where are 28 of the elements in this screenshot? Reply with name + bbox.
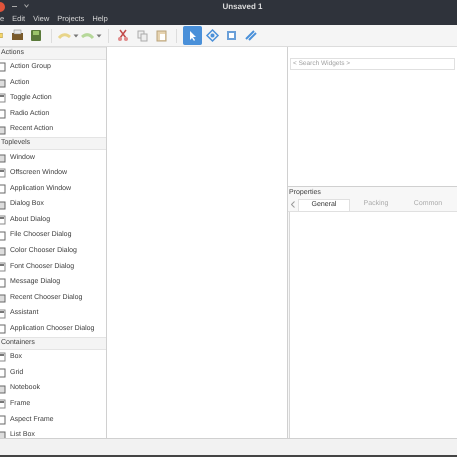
widget-icon — [0, 200, 6, 210]
widget-icon — [0, 152, 6, 163]
widget-icon — [0, 124, 6, 135]
widget-icon — [0, 62, 6, 72]
window-title: Unsaved 1 — [221, 0, 263, 12]
undo-icon — [58, 32, 71, 39]
redo-icon — [81, 32, 94, 39]
widget-icon — [0, 368, 6, 378]
close-icon[interactable] — [0, 2, 5, 12]
widget-icon — [0, 230, 6, 241]
caret-icon — [73, 34, 79, 38]
widget-icon — [0, 384, 6, 394]
maximize-icon[interactable] — [24, 4, 29, 8]
widget-icon — [0, 414, 6, 425]
pointer-button[interactable] — [183, 26, 202, 45]
scroll-left-icon[interactable] — [288, 198, 298, 210]
widget-icon — [0, 109, 6, 120]
widget-icon — [0, 278, 6, 288]
caret-icon — [96, 34, 102, 38]
widget-icon — [0, 246, 6, 256]
diamond-button[interactable] — [204, 26, 221, 45]
widget-icon — [0, 78, 6, 88]
minimize-icon[interactable] — [12, 6, 17, 8]
diamond-icon — [204, 27, 221, 44]
widget-icon — [0, 430, 6, 438]
widget-icon — [0, 184, 6, 194]
widget-icon — [0, 324, 6, 334]
widget-icon — [0, 293, 6, 304]
